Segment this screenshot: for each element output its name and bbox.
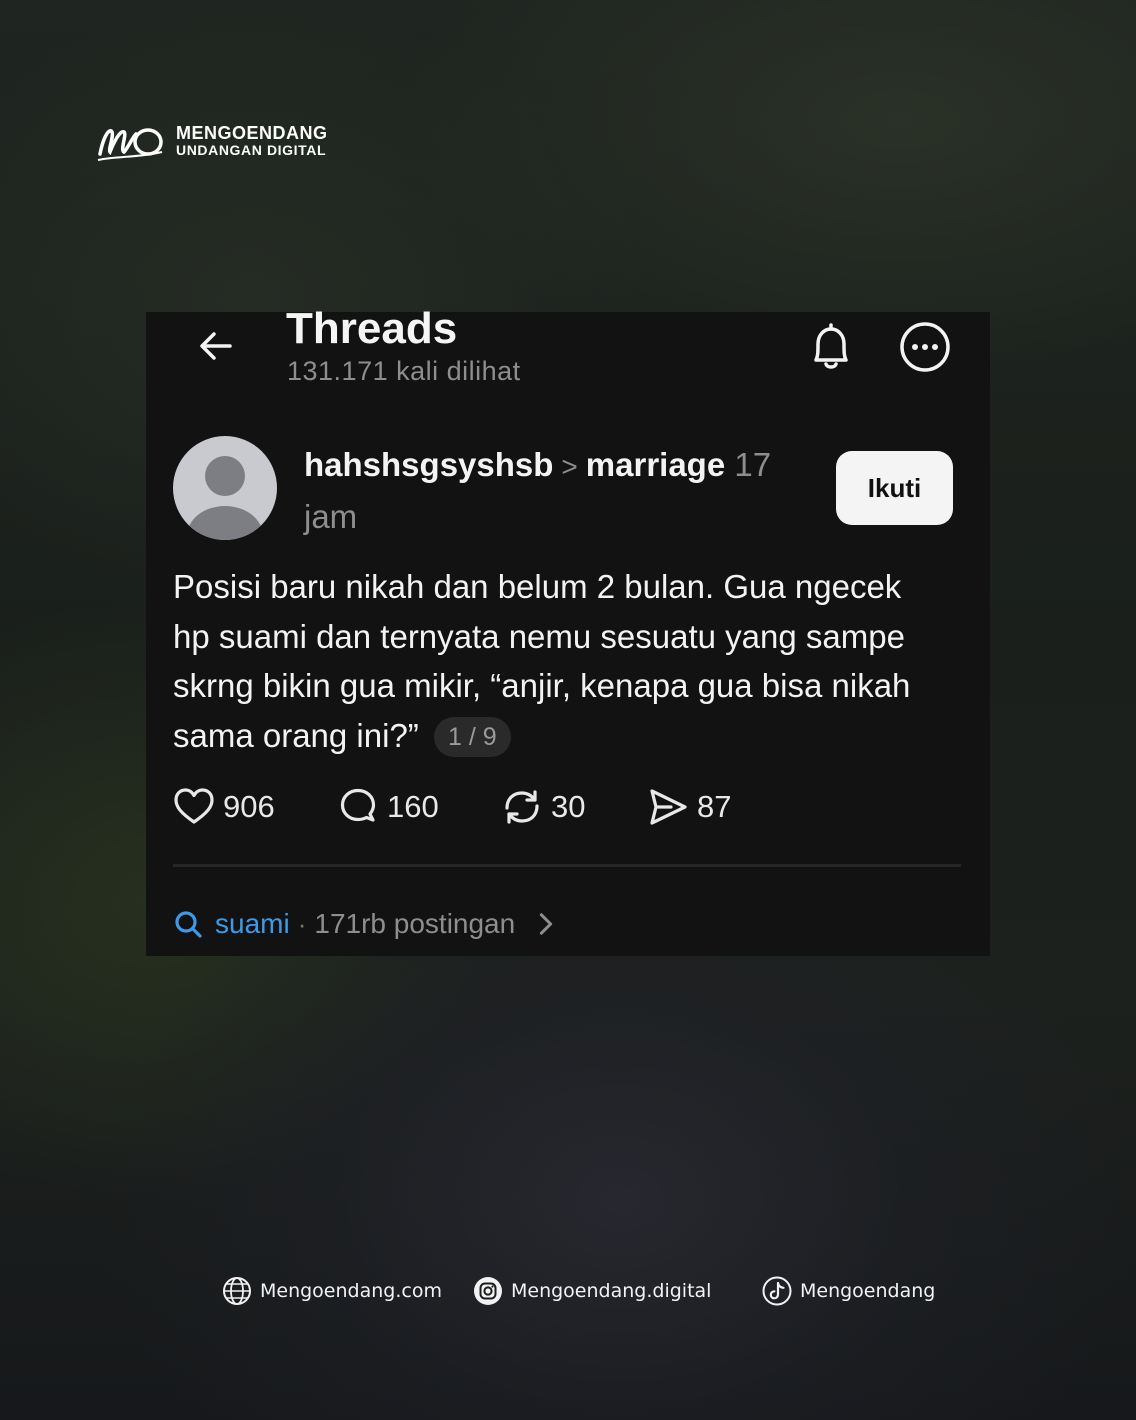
brand-monogram (97, 128, 163, 161)
chevron-right-icon (540, 913, 553, 935)
topic-tag[interactable]: marriage (586, 446, 725, 483)
website-label: Mengoendang.com (260, 1280, 442, 1302)
repost-count: 30 (551, 789, 586, 824)
brand-tagline: UNDANGAN DIGITAL (176, 142, 327, 158)
default-user-icon (187, 456, 263, 540)
like-button[interactable]: 906 (173, 786, 275, 828)
search-icon (175, 911, 202, 938)
brand-logo: MENGOENDANG UNDANGAN DIGITAL (96, 120, 328, 164)
post-count: 171rb postingan (314, 908, 516, 939)
post-actions: 906 160 30 87 (173, 786, 873, 836)
related-search-link[interactable]: suami · 171rb postingan (173, 908, 573, 940)
more-options-icon[interactable] (898, 320, 952, 374)
back-arrow-icon[interactable] (196, 326, 236, 366)
brand-name: MENGOENDANG (176, 123, 328, 143)
threads-post-card: Threads 131.171 kali dilihat hahshsgsysh… (146, 304, 990, 956)
view-count: 131.171 kali dilihat (287, 356, 521, 386)
footer-links: Mengoendang.com Mengoendang.digital Meng… (0, 1276, 1136, 1310)
repost-icon (505, 790, 539, 824)
username[interactable]: hahshsgsyshsb (304, 446, 553, 483)
instagram-link[interactable]: Mengoendang.digital (473, 1276, 711, 1306)
follow-button[interactable]: Ikuti (836, 451, 953, 525)
share-count: 87 (697, 789, 732, 824)
separator-dot: · (297, 908, 307, 939)
reply-button[interactable]: 160 (337, 786, 439, 828)
website-link[interactable]: Mengoendang.com (222, 1276, 442, 1306)
tiktok-icon (762, 1276, 792, 1306)
instagram-icon (474, 1277, 502, 1305)
post-meta: hahshsgsyshsb > marriage 17 jam (304, 440, 824, 542)
globe-icon (223, 1277, 251, 1305)
heart-icon (174, 788, 214, 824)
search-tag: suami (215, 908, 290, 939)
page-title: Threads (286, 304, 458, 353)
post-body: Posisi baru nikah dan belum 2 bulan. Gua… (173, 562, 933, 760)
repost-button[interactable]: 30 (501, 786, 585, 828)
share-icon (650, 789, 687, 825)
post-text: Posisi baru nikah dan belum 2 bulan. Gua… (173, 568, 911, 754)
tiktok-link[interactable]: Mengoendang (762, 1276, 935, 1306)
reply-count: 160 (387, 789, 439, 824)
bell-icon[interactable] (806, 320, 856, 374)
divider (173, 864, 961, 867)
like-count: 906 (223, 789, 275, 824)
avatar[interactable] (173, 436, 277, 540)
tiktok-label: Mengoendang (800, 1280, 936, 1302)
share-button[interactable]: 87 (647, 786, 731, 828)
instagram-label: Mengoendang.digital (511, 1280, 712, 1302)
comment-icon (340, 788, 376, 822)
chevron-right-icon: > (561, 451, 578, 482)
thread-pager: 1 / 9 (433, 716, 511, 757)
